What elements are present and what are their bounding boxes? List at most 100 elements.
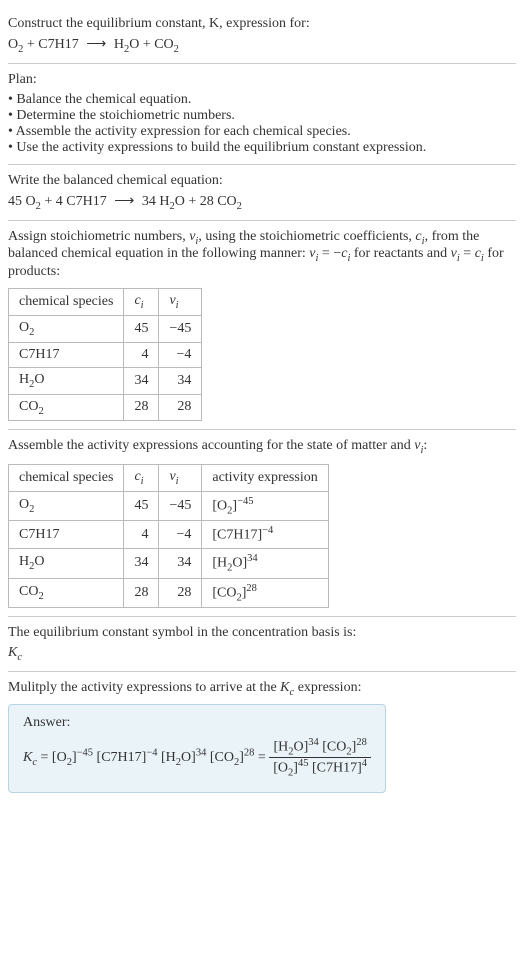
plan-title: Plan: — [8, 72, 516, 88]
plan-item: Balance the chemical equation. — [8, 92, 516, 108]
exp: 28 — [356, 737, 367, 748]
fraction-denominator: [O2]45 [C7H17]4 — [269, 758, 371, 778]
cell-c: 4 — [124, 342, 159, 367]
sp: CO — [19, 584, 38, 599]
col-c: ci — [124, 465, 159, 492]
exp: −45 — [237, 496, 253, 507]
table-row: CO2 28 28 [CO2]28 — [9, 578, 329, 607]
col-nu: νi — [159, 465, 202, 492]
coef: 28 — [200, 194, 218, 209]
cell-c: 28 — [124, 394, 159, 421]
cell-c: 34 — [124, 549, 159, 578]
cell-species: CO2 — [9, 394, 124, 421]
term: [C7H17] — [312, 761, 362, 776]
species: C7H17 — [66, 194, 106, 209]
cell-nu: −45 — [159, 315, 202, 342]
col-species: chemical species — [9, 289, 124, 316]
sub: 2 — [38, 591, 43, 602]
cell-species: O2 — [9, 315, 124, 342]
exp: 28 — [246, 583, 257, 594]
text: Mulitply the activity expressions to arr… — [8, 680, 280, 695]
text: for reactants and — [350, 246, 450, 261]
balanced-title: Write the balanced chemical equation: — [8, 173, 516, 189]
species: O — [129, 37, 139, 52]
sp: CO — [19, 399, 38, 414]
ksub: c — [17, 652, 22, 663]
term: [CO — [322, 739, 346, 754]
species: O — [8, 37, 18, 52]
term: [H — [161, 750, 176, 765]
prompt-text: Construct the equilibrium constant, K, e… — [8, 16, 310, 31]
sp: H — [19, 554, 29, 569]
k: K — [280, 680, 289, 695]
cell-species: C7H17 — [9, 342, 124, 367]
answer-box: Answer: Kc = [O2]−45 [C7H17]−4 [H2O]34 [… — [8, 704, 386, 794]
exp: 34 — [247, 553, 258, 564]
sub: i — [141, 476, 144, 487]
text: Assign stoichiometric numbers, — [8, 229, 189, 244]
symbol-kc: Kc — [8, 645, 516, 663]
term: O] — [181, 750, 196, 765]
cell-nu: 28 — [159, 578, 202, 607]
sp: O — [19, 497, 29, 512]
coef: 34 — [142, 194, 160, 209]
plus: + — [185, 194, 200, 209]
sp: C7H17 — [19, 347, 59, 362]
cell-species: H2O — [9, 549, 124, 578]
species: O — [175, 194, 185, 209]
sp: C7H17 — [19, 527, 59, 542]
term: [C7H17] — [97, 750, 147, 765]
term: [O — [52, 750, 67, 765]
stoich-table: chemical species ci νi O2 45 −45 C7H17 4… — [8, 288, 202, 421]
cell-species: O2 — [9, 491, 124, 520]
col-activity: activity expression — [202, 465, 328, 492]
species: H — [159, 194, 169, 209]
cell-c: 4 — [124, 521, 159, 549]
exp: 28 — [244, 747, 255, 758]
col-species: chemical species — [9, 465, 124, 492]
cell-activity: [C7H17]−4 — [202, 521, 328, 549]
exp: 34 — [308, 737, 319, 748]
plan-bullets: Balance the chemical equation. Determine… — [8, 92, 516, 156]
sub: i — [176, 476, 179, 487]
fraction-numerator: [H2O]34 [CO2]28 — [269, 737, 371, 758]
cell-c: 45 — [124, 315, 159, 342]
ae: O] — [232, 556, 247, 571]
plus: + — [41, 194, 56, 209]
table-row: CO2 28 28 — [9, 394, 202, 421]
species: CO — [217, 194, 236, 209]
cell-nu: 34 — [159, 549, 202, 578]
answer-equation: Kc = [O2]−45 [C7H17]−4 [H2O]34 [CO2]28 =… — [23, 737, 371, 779]
text: expression: — [294, 680, 361, 695]
cell-nu: −4 — [159, 521, 202, 549]
species: O — [26, 194, 36, 209]
cell-activity: [CO2]28 — [202, 578, 328, 607]
term: O] — [293, 739, 308, 754]
sub: i — [176, 300, 179, 311]
term: [O — [273, 761, 288, 776]
species: C7H17 — [38, 37, 78, 52]
table-row: H2O 34 34 — [9, 367, 202, 394]
species: H — [114, 37, 124, 52]
sub: 2 — [38, 405, 43, 416]
cell-species: H2O — [9, 367, 124, 394]
text: = − — [318, 246, 341, 261]
term: [H — [273, 739, 288, 754]
activity-intro: Assemble the activity expressions accoun… — [8, 438, 516, 456]
cell-species: C7H17 — [9, 521, 124, 549]
activity-section: Assemble the activity expressions accoun… — [8, 430, 516, 617]
cell-c: 28 — [124, 578, 159, 607]
cell-nu: −45 — [159, 491, 202, 520]
sp: O — [19, 320, 29, 335]
term: [CO — [210, 750, 234, 765]
cell-activity: [H2O]34 — [202, 549, 328, 578]
balanced-equation: 45 O2 + 4 C7H17 ⟶ 34 H2O + 28 CO2 — [8, 193, 516, 212]
eq: = — [254, 750, 269, 765]
plus: + — [23, 37, 38, 52]
cell-c: 45 — [124, 491, 159, 520]
exp: −4 — [262, 525, 273, 536]
plan-item: Use the activity expressions to build th… — [8, 140, 516, 156]
table-header-row: chemical species ci νi — [9, 289, 202, 316]
stoich-section: Assign stoichiometric numbers, νi, using… — [8, 221, 516, 431]
plan-section: Plan: Balance the chemical equation. Det… — [8, 64, 516, 165]
